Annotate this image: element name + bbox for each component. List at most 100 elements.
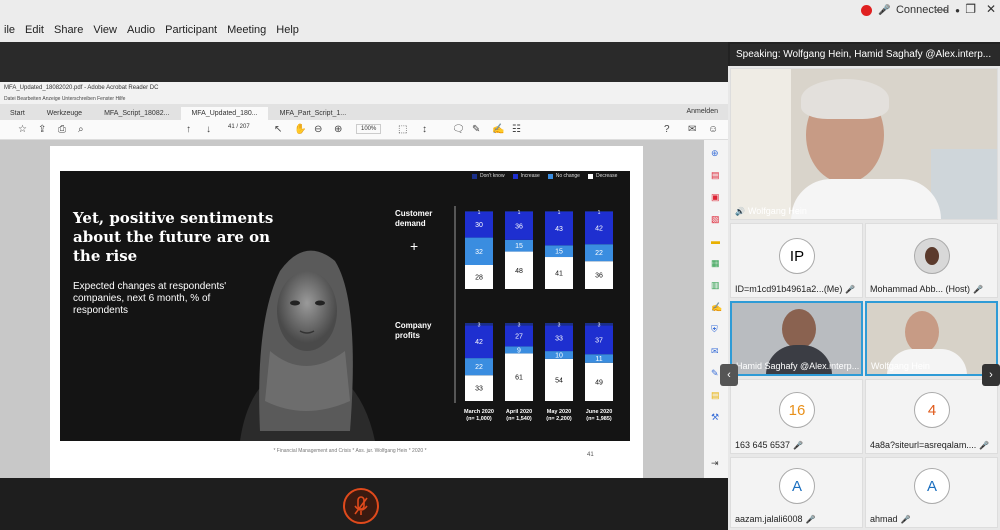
bar-value-label: 54 <box>555 377 563 384</box>
bookmark-icon[interactable]: ☆ <box>18 124 27 135</box>
bar-value-label: 41 <box>555 271 563 278</box>
menu-file[interactable]: ile <box>4 24 15 36</box>
legend-label: No change <box>555 173 580 179</box>
acrobat-tabs: Start Werkzeuge MFA_Script_18082... MFA_… <box>0 104 728 120</box>
tile-label: Wolfgang Hein <box>871 361 930 371</box>
tab-werkzeuge[interactable]: Werkzeuge <box>37 107 92 120</box>
participant-tile[interactable]: Wolfgang Hein <box>865 301 998 376</box>
participant-tile[interactable]: A ahmad 🎤 <box>865 457 998 528</box>
participant-tile[interactable]: Hamid Saghafy @Alex.interp... <box>730 301 863 376</box>
bar-value-label: 22 <box>475 364 483 371</box>
tab-updated[interactable]: MFA_Updated_180... <box>181 107 268 120</box>
rail-stamp-icon[interactable]: ▤ <box>711 390 720 401</box>
rail-more-icon[interactable]: ⚒ <box>711 412 719 423</box>
search-icon[interactable]: ⌕ <box>78 124 84 135</box>
legend-dont-know: Don't know <box>472 173 505 179</box>
participants-gallery: 🔊 Wolfgang Hein IP ID=m1cd91b4961a2...(Me… <box>720 66 1000 530</box>
bar-value-label: 33 <box>555 336 563 343</box>
rail-zoom-icon[interactable]: ⊕ <box>711 148 719 159</box>
tile-label: Mohammad Abb... (Host) 🎤 <box>870 284 983 294</box>
category-label: March 2020 <box>464 409 494 415</box>
restore-icon[interactable]: ❐ <box>965 2 976 16</box>
pen-icon[interactable]: ✎ <box>472 124 480 135</box>
menu-audio[interactable]: Audio <box>127 24 155 36</box>
participant-tile[interactable]: 🔊 Wolfgang Hein <box>730 68 998 220</box>
rail-create-icon[interactable]: ▣ <box>711 192 720 203</box>
tile-label: ID=m1cd91b4961a2...(Me) 🎤 <box>735 284 855 294</box>
rail-combine-icon[interactable]: ▦ <box>711 258 720 269</box>
page-up-icon[interactable]: ↑ <box>186 124 191 135</box>
page-footer: * Financial Management and Crisis * Ass.… <box>273 448 427 454</box>
unmute-button[interactable] <box>343 488 379 524</box>
legend-increase: Increase <box>512 173 540 179</box>
rail-organize-icon[interactable]: ▥ <box>711 280 720 291</box>
gallery-next-button[interactable]: › <box>982 364 1000 386</box>
scroll-icon[interactable]: ↕ <box>422 124 427 135</box>
tab-script[interactable]: MFA_Script_18082... <box>94 107 179 120</box>
participant-tile[interactable]: 4 4a8a?siteurl=asreqalam.... 🎤 <box>865 379 998 454</box>
tile-label: aazam.jalali6008 🎤 <box>735 514 816 524</box>
rail-fill-icon[interactable]: ✎ <box>711 368 719 379</box>
avatar: 4 <box>914 392 950 428</box>
rail-protect-icon[interactable]: ⛨ <box>711 324 718 335</box>
page-down-icon[interactable]: ↓ <box>206 124 211 135</box>
page-field[interactable]: 41 / 207 <box>228 124 250 130</box>
menu-view[interactable]: View <box>93 24 117 36</box>
rail-export-icon[interactable]: ▤ <box>711 170 720 181</box>
rail-edit-icon[interactable]: ▧ <box>711 214 720 225</box>
cursor-icon[interactable]: ↖ <box>274 124 282 135</box>
menu-share[interactable]: Share <box>54 24 83 36</box>
bar-value-label: 1 <box>558 210 561 216</box>
minimize-icon[interactable]: — <box>936 2 948 16</box>
mic-muted-icon: 🎤 <box>979 440 990 450</box>
menu-help[interactable]: Help <box>276 24 299 36</box>
upload-icon[interactable]: ⇪ <box>38 124 46 135</box>
fit-icon[interactable]: ⬚ <box>398 124 407 135</box>
bar-value-label: 1 <box>598 210 601 216</box>
bar-value-label: 32 <box>475 249 483 256</box>
participant-tile[interactable]: Mohammad Abb... (Host) 🎤 <box>865 223 998 298</box>
menu-edit[interactable]: Edit <box>25 24 44 36</box>
participant-tile[interactable]: 16 163 645 6537 🎤 <box>730 379 863 454</box>
bar-value-label: 3 <box>518 323 521 329</box>
help-icon[interactable]: ? <box>664 124 670 135</box>
category-label: April 2020 <box>506 409 532 415</box>
stamp-icon[interactable]: ☷ <box>512 124 521 135</box>
gallery-prev-button[interactable]: ‹ <box>720 364 738 386</box>
zoom-field[interactable]: 100% <box>356 124 382 134</box>
zoom-in-icon[interactable]: ⊕ <box>334 124 342 135</box>
close-icon[interactable]: ✕ <box>986 2 996 16</box>
zoom-out-icon[interactable]: ⊖ <box>314 124 322 135</box>
participant-tile[interactable]: IP ID=m1cd91b4961a2...(Me) 🎤 <box>730 223 863 298</box>
bar-value-label: 22 <box>595 250 603 257</box>
avatar <box>914 238 950 274</box>
category-label: (n= 1,540) <box>506 416 532 422</box>
mic-muted-icon: 🎤 <box>900 514 911 524</box>
rail-sign-icon[interactable]: ✍ <box>711 302 722 313</box>
hand-icon[interactable]: ✋ <box>294 124 306 135</box>
rail-collapse-icon[interactable]: ⇥ <box>711 458 719 469</box>
bar-value-label: 42 <box>475 339 483 346</box>
category-label: June 2020 <box>586 409 613 415</box>
rail-send-icon[interactable]: ✉ <box>711 346 719 357</box>
tab-start[interactable]: Start <box>0 107 35 120</box>
menu-meeting[interactable]: Meeting <box>227 24 266 36</box>
acrobat-menu: Datei Bearbeiten Anzeige Unterschreiben … <box>0 94 728 104</box>
participant-face <box>905 311 939 353</box>
legend-decrease: Decrease <box>587 173 617 179</box>
mail-icon[interactable]: ✉ <box>688 124 696 135</box>
anmelden-link[interactable]: Anmelden <box>686 108 718 115</box>
bar-value-label: 11 <box>595 356 602 363</box>
comment-icon[interactable]: 🗨 <box>452 124 465 135</box>
print-icon[interactable]: ⎙ <box>58 124 66 135</box>
tab-part-script[interactable]: MFA_Part_Script_1... <box>270 107 357 120</box>
rail-comment-icon[interactable]: ▬ <box>711 236 720 246</box>
chart-legend: Don't know Increase No change Decrease <box>472 173 625 179</box>
participant-tile[interactable]: A aazam.jalali6008 🎤 <box>730 457 863 528</box>
menu-participant[interactable]: Participant <box>165 24 217 36</box>
bar-value-label: 36 <box>515 223 523 230</box>
bar-value-label: 27 <box>515 333 523 340</box>
sign-icon[interactable]: ✍ <box>492 124 504 135</box>
avatar: 16 <box>779 392 815 428</box>
user-icon[interactable]: ☺ <box>708 124 718 135</box>
